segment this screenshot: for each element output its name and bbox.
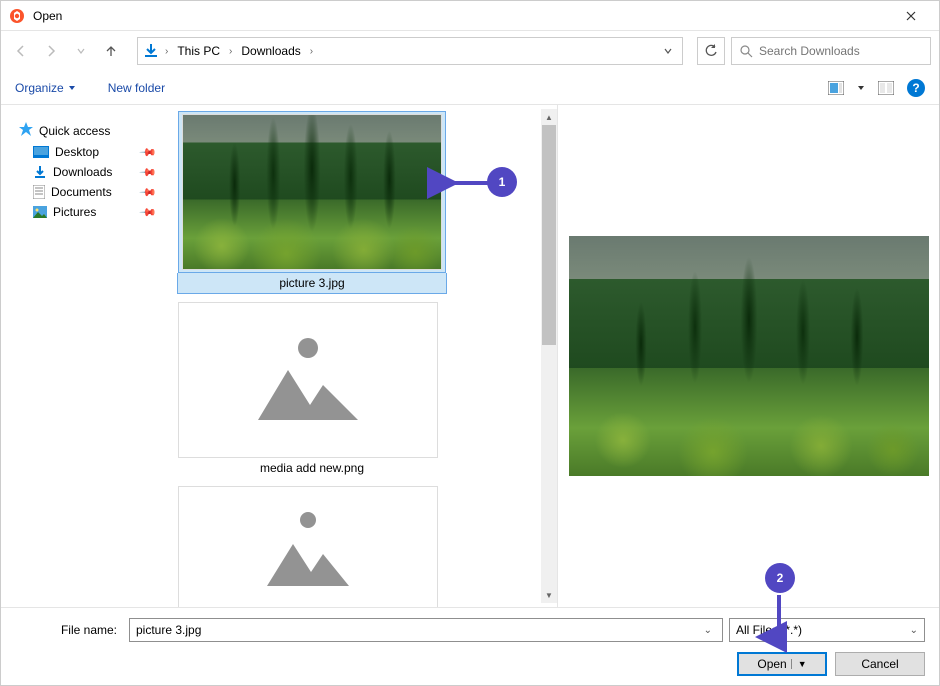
chevron-right-icon[interactable]: › [307,46,316,57]
sidebar-quick-access[interactable]: Quick access [7,119,165,142]
search-input[interactable] [759,44,922,58]
refresh-button[interactable] [697,37,725,65]
file-item-media-add-new[interactable]: media add new.png [177,302,447,478]
sidebar-item-label: Desktop [55,145,135,159]
chevron-down-icon[interactable]: ⌄ [910,625,918,636]
sidebar-item-downloads[interactable]: Downloads 📌 [7,162,165,182]
filename-label: File name: [15,623,123,637]
annotation-badge-1: 1 [487,167,517,197]
breadcrumb-this-pc[interactable]: This PC [173,44,224,58]
star-icon [19,122,33,139]
scroll-up-icon[interactable]: ▲ [541,109,557,125]
recent-dropdown-icon[interactable] [69,39,93,63]
file-name-label: picture 3.jpg [279,276,344,290]
sidebar-item-label: Pictures [53,205,135,219]
organize-label: Organize [15,81,64,95]
file-thumbnail [178,486,438,607]
annotation-badge-2: 2 [765,563,795,593]
chevron-right-icon[interactable]: › [162,46,171,57]
pictures-icon [33,206,47,218]
open-label: Open [757,657,786,671]
preview-image [569,236,929,476]
pin-icon: 📌 [139,163,158,182]
pin-icon: 📌 [139,183,158,202]
scroll-down-icon[interactable]: ▼ [541,587,557,603]
pin-icon: 📌 [139,143,158,162]
quick-access-label: Quick access [39,124,155,138]
up-button[interactable] [99,39,123,63]
scrollbar-thumb[interactable] [542,125,556,345]
file-item-partial[interactable] [177,486,447,607]
downloads-icon [33,165,47,179]
breadcrumb-downloads[interactable]: Downloads [237,44,304,58]
chevron-down-icon[interactable]: ▼ [791,659,807,669]
sidebar-item-label: Documents [51,185,135,199]
app-icon [9,8,25,24]
search-box[interactable] [731,37,931,65]
sidebar-item-label: Downloads [53,165,135,179]
cancel-label: Cancel [861,657,898,671]
filetype-filter[interactable]: All Files (*.*) ⌄ [729,618,925,642]
sidebar-item-documents[interactable]: Documents 📌 [7,182,165,202]
new-folder-label: New folder [108,81,165,95]
file-name-label: media add new.png [260,461,364,475]
annotation-arrow-2 [769,593,789,646]
nav-bar: › This PC › Downloads › [1,31,939,71]
desktop-icon [33,146,49,158]
sidebar-item-desktop[interactable]: Desktop 📌 [7,142,165,162]
file-thumbnail [178,302,438,458]
forward-button[interactable] [39,39,63,63]
sidebar-item-pictures[interactable]: Pictures 📌 [7,202,165,222]
back-button[interactable] [9,39,33,63]
search-icon [740,45,753,58]
sidebar: Quick access Desktop 📌 Downloads 📌 Docum… [1,105,171,607]
pin-icon: 📌 [139,203,158,222]
close-button[interactable] [891,2,931,30]
open-button[interactable]: Open ▼ [737,652,827,676]
bottom-bar: File name: ⌄ All Files (*.*) ⌄ Open ▼ Ca… [1,607,939,685]
new-folder-button[interactable]: New folder [108,81,165,95]
preview-pane-button[interactable] [825,77,847,99]
window-title: Open [33,9,891,23]
cancel-button[interactable]: Cancel [835,652,925,676]
help-button[interactable]: ? [907,79,925,97]
file-item-picture-3[interactable]: ✓ picture 3.jpg [177,111,447,294]
toolbar: Organize New folder ? [1,71,939,105]
filename-field[interactable]: ⌄ [129,618,723,642]
preview-pane [557,105,939,607]
file-thumbnail [182,114,442,270]
chevron-down-icon[interactable] [857,85,865,91]
view-button[interactable] [875,77,897,99]
documents-icon [33,185,45,199]
breadcrumb-bar[interactable]: › This PC › Downloads › [137,37,683,65]
scrollbar[interactable]: ▲ ▼ [541,109,557,603]
organize-button[interactable]: Organize [15,81,76,95]
chevron-right-icon[interactable]: › [226,46,235,57]
downloads-icon [142,42,160,60]
title-bar: Open [1,1,939,31]
chevron-down-icon[interactable]: ⌄ [700,625,716,636]
breadcrumb-dropdown-icon[interactable] [658,44,678,58]
chevron-down-icon [68,85,76,91]
filename-input[interactable] [136,623,700,637]
